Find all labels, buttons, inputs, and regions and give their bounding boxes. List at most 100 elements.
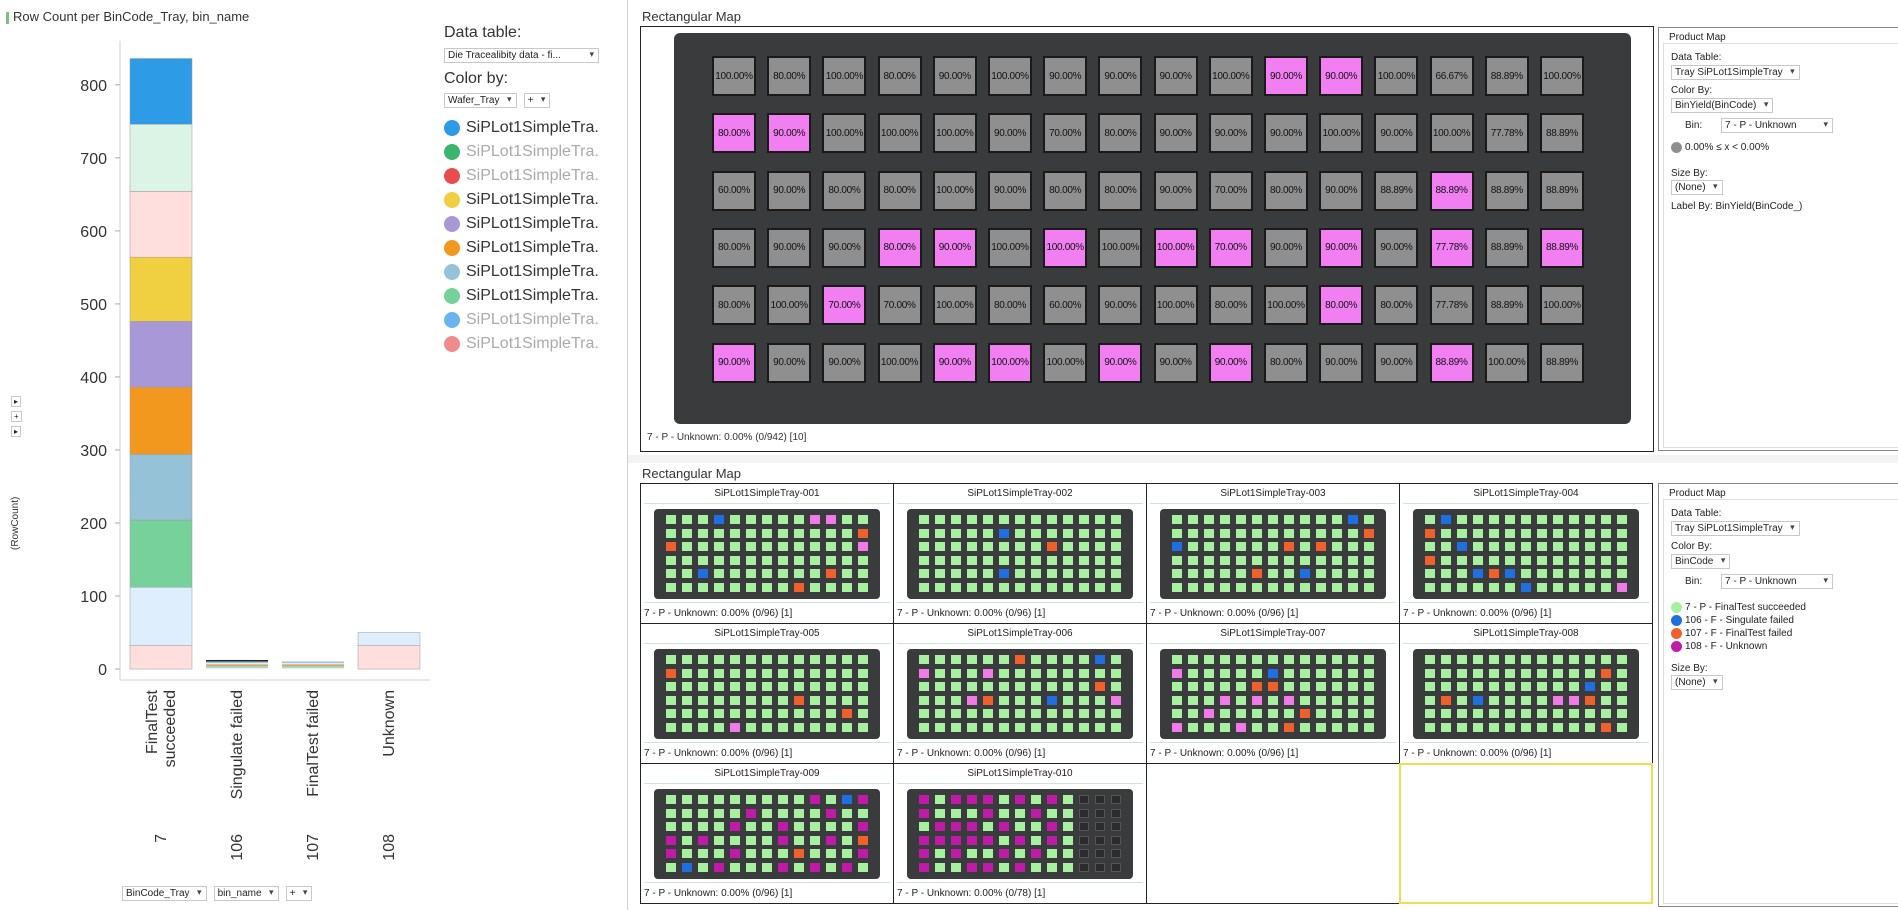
tray-thumbnail[interactable]: SiPLot1SimpleTray-008 7 - P - Unknown: 0.… [1399, 623, 1653, 764]
tray-cell[interactable]: 80.00% [822, 170, 867, 211]
legend-item[interactable]: SiPLot1SimpleTra... [444, 332, 599, 356]
tray-thumbnail-selected-empty[interactable] [1399, 763, 1653, 904]
tray-cell[interactable]: 100.00% [767, 285, 812, 326]
tray-cell[interactable]: 100.00% [1374, 56, 1419, 96]
side-expand-button[interactable]: ▸ [11, 396, 22, 407]
tray-cell[interactable]: 90.00% [1264, 227, 1308, 268]
tray-cell[interactable]: 90.00% [1374, 227, 1419, 268]
bincode-legend-item[interactable]: 107 - F - FinalTest failed [1671, 627, 1806, 640]
tray-cell[interactable]: 80.00% [712, 113, 756, 154]
legend-item[interactable]: SiPLot1SimpleTra... [444, 284, 599, 308]
bottom-color-by-select[interactable]: BinCode [1671, 554, 1731, 569]
tray-cell[interactable]: 88.89% [1540, 227, 1584, 268]
bottom-bin-select[interactable]: 7 - P - Unknown [1721, 574, 1833, 589]
tray-cell[interactable]: 90.00% [1153, 170, 1198, 211]
tray-cell[interactable]: 80.00% [877, 170, 922, 211]
tray-cell[interactable]: 90.00% [1098, 342, 1143, 383]
tray-cell[interactable]: 90.00% [1043, 56, 1088, 96]
tray-cell[interactable]: 77.78% [1429, 227, 1474, 268]
tray-cell[interactable]: 66.67% [1429, 56, 1474, 96]
tray-cell[interactable]: 90.00% [932, 342, 977, 383]
tray-cell[interactable]: 90.00% [932, 227, 977, 268]
top-bin-select[interactable]: 7 - P - Unknown [1721, 118, 1833, 133]
tray-thumbnail[interactable] [1146, 763, 1400, 904]
tray-cell[interactable]: 90.00% [822, 342, 867, 383]
tray-thumbnail[interactable]: SiPLot1SimpleTray-004 7 - P - Unknown: 0.… [1399, 483, 1653, 624]
tray-cell[interactable]: 100.00% [1540, 56, 1584, 96]
top-color-by-select[interactable]: BinYield(BinCode) [1671, 98, 1774, 113]
tray-cell[interactable]: 70.00% [877, 285, 922, 326]
tray-cell[interactable]: 90.00% [1208, 342, 1253, 383]
tray-cell[interactable]: 70.00% [1043, 113, 1088, 154]
tray-cell[interactable]: 100.00% [877, 113, 922, 154]
tray-cell[interactable]: 80.00% [1098, 113, 1143, 154]
data-table-select[interactable]: Die Tracealibity data - fi... [444, 48, 599, 66]
tray-cell[interactable]: 77.78% [1484, 113, 1529, 154]
tray-cell[interactable]: 100.00% [1098, 227, 1143, 268]
tray-cell[interactable]: 90.00% [988, 113, 1032, 154]
tray-cell[interactable]: 90.00% [767, 113, 812, 154]
tray-cell[interactable]: 90.00% [1374, 342, 1419, 383]
tray-cell[interactable]: 100.00% [988, 227, 1032, 268]
tray-cell[interactable]: 70.00% [1208, 170, 1253, 211]
tray-cell[interactable]: 80.00% [1208, 285, 1253, 326]
tray-cell[interactable]: 80.00% [1098, 170, 1143, 211]
tray-cell[interactable]: 100.00% [988, 342, 1032, 383]
tray-cell[interactable]: 80.00% [1043, 170, 1088, 211]
tray-cell[interactable]: 90.00% [1098, 285, 1143, 326]
x-selector-bin-name[interactable]: bin_name [213, 886, 279, 901]
tray-cell[interactable]: 90.00% [822, 227, 867, 268]
legend-item[interactable]: SiPLot1SimpleTra... [444, 188, 599, 212]
legend-item[interactable]: SiPLot1SimpleTra... [444, 236, 599, 260]
tray-cell[interactable]: 80.00% [877, 227, 922, 268]
tray-cell[interactable]: 80.00% [712, 227, 756, 268]
tray-thumbnail[interactable]: SiPLot1SimpleTray-001 7 - P - Unknown: 0.… [640, 483, 894, 624]
color-by-select[interactable]: Wafer_Tray [444, 93, 517, 108]
x-selector-bincode-tray[interactable]: BinCode_Tray [122, 886, 207, 901]
tray-cell[interactable]: 88.89% [1429, 342, 1474, 383]
tray-thumbnail[interactable]: SiPLot1SimpleTray-003 7 - P - Unknown: 0.… [1146, 483, 1400, 624]
tray-cell[interactable]: 90.00% [1374, 113, 1419, 154]
side-expand-button-2[interactable]: ▸ [11, 426, 22, 437]
tray-cell[interactable]: 100.00% [1153, 285, 1198, 326]
tray-cell[interactable]: 100.00% [1540, 285, 1584, 326]
top-tray[interactable]: 100.00% 80.00% 100.00% 80.00% 90.00% 100.00% 9… [674, 33, 1631, 424]
tray-cell[interactable]: 100.00% [988, 56, 1032, 96]
tray-cell[interactable]: 90.00% [767, 342, 812, 383]
tray-cell[interactable]: 88.89% [1484, 170, 1529, 211]
y-axis-selector[interactable]: (RowCount) [6, 480, 28, 550]
tray-thumbnail[interactable]: SiPLot1SimpleTray-005 7 - P - Unknown: 0.… [640, 623, 894, 764]
x-selector-add[interactable]: + [285, 886, 313, 901]
tray-cell[interactable]: 90.00% [1264, 113, 1308, 154]
tray-cell[interactable]: 100.00% [932, 170, 977, 211]
tray-cell[interactable]: 88.89% [1484, 56, 1529, 96]
legend-item[interactable]: SiPLot1SimpleTra... [444, 212, 599, 236]
bincode-legend-item[interactable]: 7 - P - FinalTest succeeded [1671, 601, 1806, 614]
legend-item[interactable]: SiPLot1SimpleTra... [444, 260, 599, 284]
tray-cell[interactable]: 90.00% [1098, 56, 1143, 96]
tray-cell[interactable]: 100.00% [1208, 56, 1253, 96]
tray-cell[interactable]: 100.00% [877, 342, 922, 383]
tray-cell[interactable]: 90.00% [1319, 170, 1364, 211]
tray-cell[interactable]: 100.00% [822, 113, 867, 154]
tray-cell[interactable]: 88.89% [1429, 170, 1474, 211]
tray-thumbnail[interactable]: SiPLot1SimpleTray-002 7 - P - Unknown: 0.… [893, 483, 1147, 624]
legend-item[interactable]: SiPLot1SimpleTra... [444, 140, 599, 164]
legend-item[interactable]: SiPLot1SimpleTra... [444, 164, 599, 188]
tray-cell[interactable]: 60.00% [712, 170, 756, 211]
tray-thumbnail[interactable]: SiPLot1SimpleTray-006 7 - P - Unknown: 0.… [893, 623, 1147, 764]
tray-thumbnail[interactable]: SiPLot1SimpleTray-009 7 - P - Unknown: 0.… [640, 763, 894, 904]
tray-cell[interactable]: 90.00% [1319, 227, 1364, 268]
legend-item[interactable]: SiPLot1SimpleTra... [444, 116, 599, 140]
tray-cell[interactable]: 100.00% [1043, 227, 1088, 268]
tray-cell[interactable]: 90.00% [1208, 113, 1253, 154]
tray-cell[interactable]: 88.89% [1540, 342, 1584, 383]
tray-cell[interactable]: 90.00% [767, 227, 812, 268]
tray-thumbnail[interactable]: SiPLot1SimpleTray-007 7 - P - Unknown: 0.… [1146, 623, 1400, 764]
bincode-legend-item[interactable]: 106 - F - Singulate failed [1671, 614, 1806, 627]
bincode-legend-item[interactable]: 108 - F - Unknown [1671, 640, 1806, 653]
tray-cell[interactable]: 90.00% [1153, 342, 1198, 383]
tray-cell[interactable]: 80.00% [1264, 170, 1308, 211]
tray-cell[interactable]: 80.00% [767, 56, 812, 96]
tray-thumbnail[interactable]: SiPLot1SimpleTray-010 7 - P - Unknown: 0.… [893, 763, 1147, 904]
